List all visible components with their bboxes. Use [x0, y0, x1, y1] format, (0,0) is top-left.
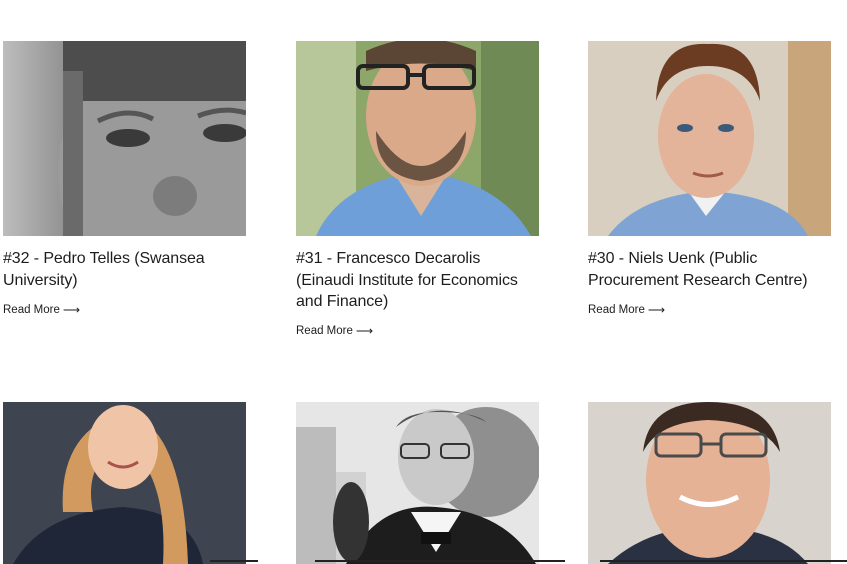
- portrait-image: [3, 402, 246, 564]
- post-title[interactable]: #32 - Pedro Telles (Swansea University): [3, 248, 246, 291]
- read-more-label: Read More: [3, 304, 60, 316]
- post-thumbnail[interactable]: [296, 41, 539, 236]
- read-more-link[interactable]: Read More ⟶: [296, 324, 373, 338]
- post-title[interactable]: #31 - Francesco Decarolis (Einaudi Insti…: [296, 248, 539, 313]
- portrait-image: [296, 41, 539, 236]
- read-more-link[interactable]: Read More ⟶: [3, 303, 80, 317]
- arrow-right-icon: ⟶: [355, 324, 374, 338]
- arrow-right-icon: ⟶: [62, 303, 81, 317]
- arrow-right-icon: ⟶: [647, 303, 666, 317]
- portrait-image: [296, 402, 539, 564]
- post-thumbnail[interactable]: [296, 402, 539, 564]
- post-thumbnail[interactable]: [3, 41, 246, 236]
- post-thumbnail[interactable]: [588, 402, 831, 564]
- divider: [600, 560, 847, 562]
- post-title[interactable]: #30 - Niels Uenk (Public Procurement Res…: [588, 248, 831, 291]
- read-more-label: Read More: [296, 325, 353, 337]
- divider: [315, 560, 565, 562]
- portrait-image: [3, 41, 246, 236]
- post-thumbnail[interactable]: [588, 41, 831, 236]
- portrait-image: [588, 41, 831, 236]
- post-thumbnail[interactable]: [3, 402, 246, 564]
- read-more-link[interactable]: Read More ⟶: [588, 303, 665, 317]
- portrait-image: [588, 402, 831, 564]
- divider: [210, 560, 258, 562]
- read-more-label: Read More: [588, 304, 645, 316]
